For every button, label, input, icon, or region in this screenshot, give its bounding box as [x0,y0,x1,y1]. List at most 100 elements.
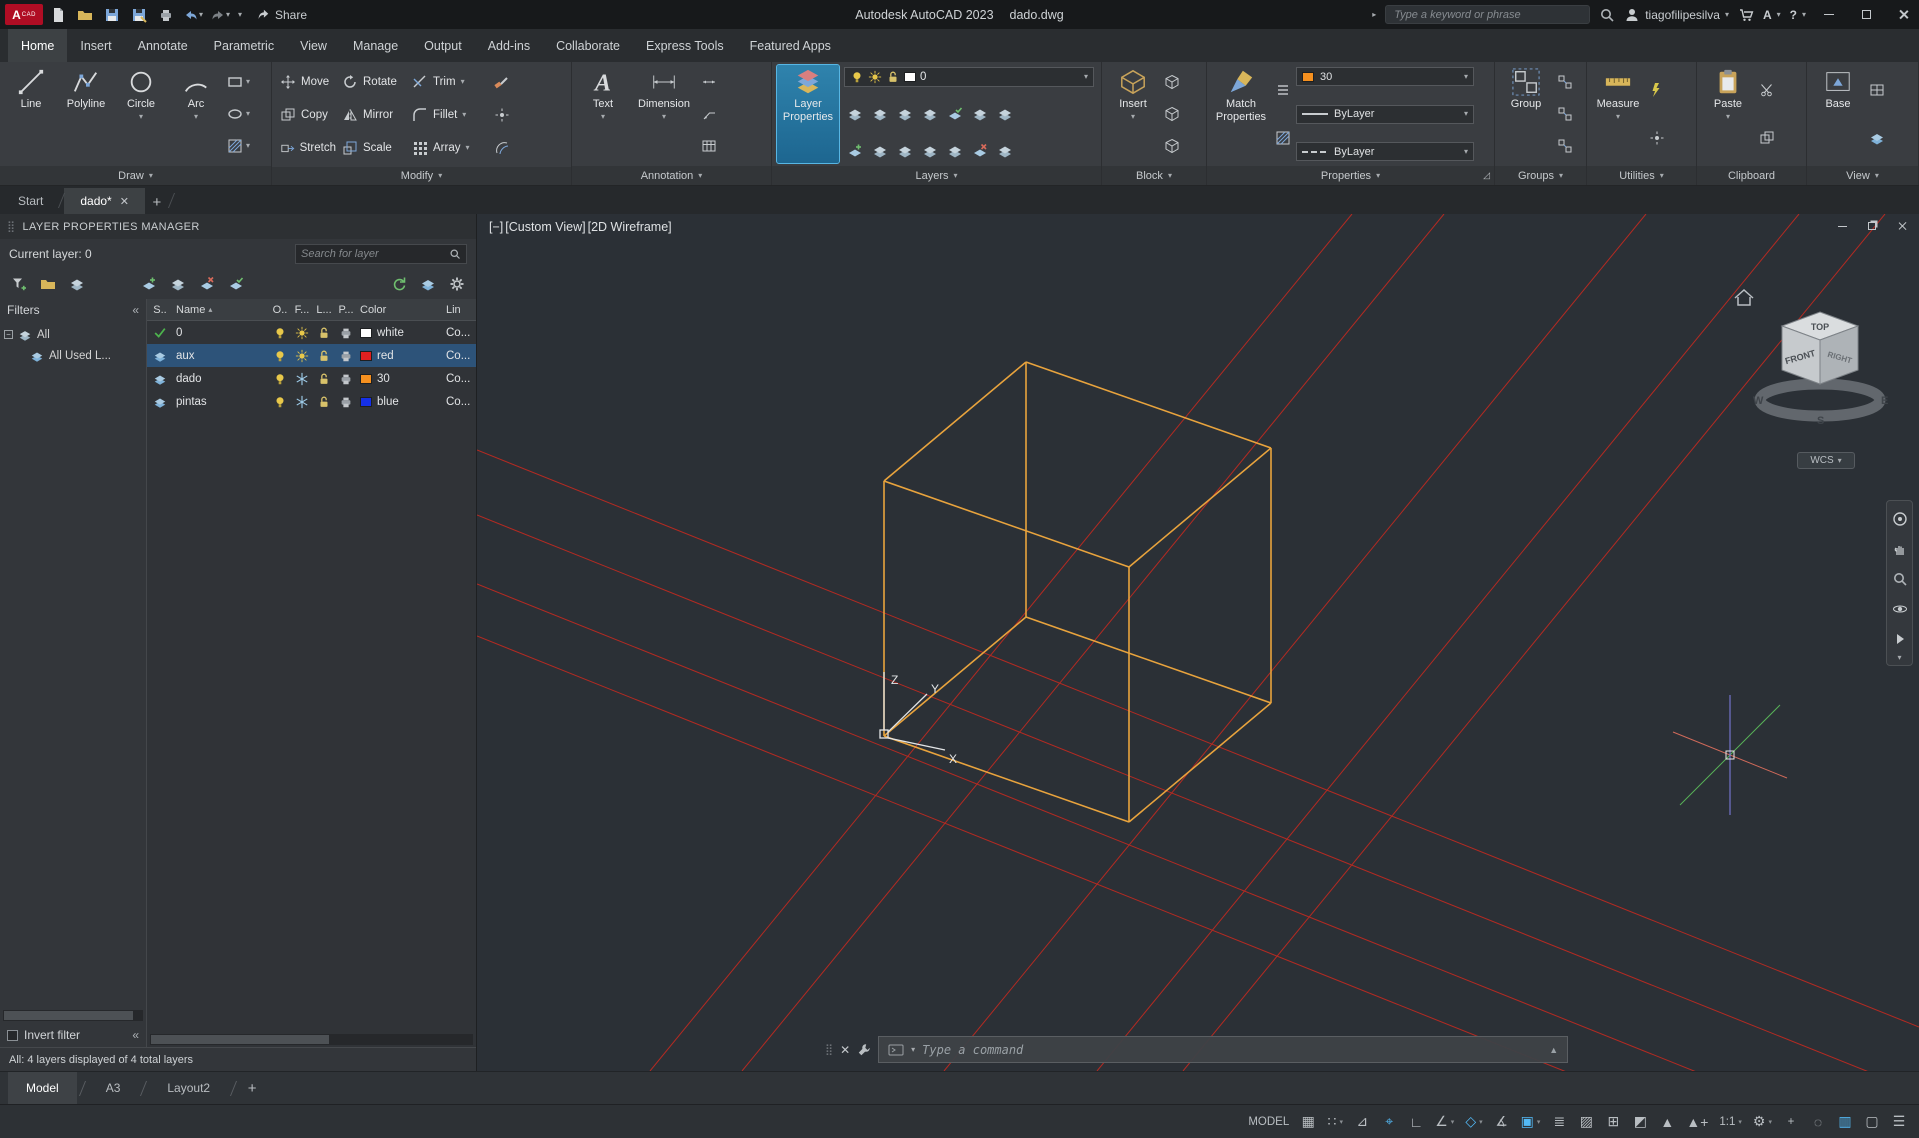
collapse-invert-icon[interactable]: « [132,1028,139,1042]
layer-color-swatch[interactable] [360,374,372,384]
layer-plot-icon[interactable] [339,372,353,386]
rectangle-button[interactable]: ▾ [227,74,250,90]
layer-search-icon[interactable] [449,248,461,260]
autocad-logo[interactable]: ACAD [5,4,43,25]
layer-dropdown[interactable]: 0 ▾ [844,67,1094,87]
layer-linetype[interactable]: Co... [443,327,476,339]
layer-unisolate-icon[interactable] [922,143,938,159]
column-name[interactable]: Name ▴ [173,304,269,316]
transparency-toggle[interactable]: ▨ [1574,1110,1598,1134]
model-space-toggle[interactable]: MODEL [1244,1110,1293,1134]
ribbon-tab[interactable]: Express Tools [633,29,737,62]
layer-name[interactable]: 0 [173,327,269,339]
layer-row[interactable]: aux red Co... [147,344,476,367]
block-attributes-button[interactable] [1164,138,1180,154]
layer-walk-icon[interactable] [997,143,1013,159]
refresh-button[interactable] [388,273,410,295]
filters-horizontal-scrollbar[interactable] [3,1010,143,1021]
annotation-autoscale-toggle[interactable]: ▲+ [1682,1110,1712,1134]
layer-isolate-icon[interactable] [872,106,888,122]
ortho-mode-toggle[interactable]: ∟ [1404,1110,1428,1134]
ribbon-tab[interactable]: Add-ins [475,29,543,62]
redo-button[interactable]: ▾ [208,4,232,26]
layer-properties-button[interactable]: Layer Properties [777,65,839,163]
object-snap-tracking-toggle[interactable]: ∡ [1490,1110,1514,1134]
visual-style-button[interactable]: [2D Wireframe] [588,220,672,234]
drawing-canvas[interactable]: Z Y X [477,214,1919,1071]
layer-freeze-icon[interactable] [295,349,309,363]
ribbon-tab[interactable]: Insert [67,29,124,62]
collapse-filters-icon[interactable]: « [132,303,139,317]
id-point-button[interactable] [1649,130,1665,146]
command-line-grip-icon[interactable]: ⣿ [825,1043,833,1056]
fillet-button[interactable]: Fillet▾ [409,105,491,125]
named-views-button[interactable] [1869,130,1885,146]
layer-on-icon[interactable] [273,395,287,409]
layer-name[interactable]: pintas [173,396,269,408]
layer-row[interactable]: dado 30 Co... [147,367,476,390]
layer-states-manager-button[interactable] [66,273,88,295]
ribbon-tab[interactable]: Featured Apps [737,29,844,62]
cut-button[interactable] [1759,82,1775,98]
ribbon-tab[interactable]: Home [8,29,67,62]
account-menu[interactable]: tiagofilipesilva ▾ [1624,7,1729,23]
palette-grip-icon[interactable]: ⣿ [7,220,15,233]
dynamic-input-toggle[interactable]: ⌖ [1377,1110,1401,1134]
layer-linetype[interactable]: Co... [443,373,476,385]
layer-thaw-all-icon[interactable] [872,143,888,159]
layer-row[interactable]: pintas blue Co... [147,390,476,413]
layer-color-swatch[interactable] [360,328,372,338]
quick-select-button[interactable] [1649,82,1665,98]
selection-cycling-toggle[interactable]: ⊞ [1601,1110,1625,1134]
arc-button[interactable]: Arc▾ [170,65,222,163]
match-properties-button[interactable]: Match Properties [1212,65,1270,163]
layer-plot-icon[interactable] [339,349,353,363]
column-freeze[interactable]: F... [291,304,313,316]
utilities-panel-label[interactable]: Utilities▾ [1587,166,1696,185]
layer-search-input[interactable]: Search for layer [295,244,467,264]
layout-tab-model[interactable]: Model [8,1072,77,1104]
command-input[interactable]: ▾ Type a command ▲ [878,1036,1568,1063]
layer-linetype[interactable]: Co... [443,350,476,362]
zoom-button[interactable] [1888,564,1911,594]
group-button[interactable]: Group [1500,65,1552,163]
ribbon-tab[interactable]: Output [411,29,475,62]
properties-panel-label[interactable]: Properties▾◿ [1207,166,1494,185]
new-drawing-tab-button[interactable]: + [145,190,169,214]
clipboard-panel-label[interactable]: Clipboard [1697,166,1806,185]
new-property-filter-button[interactable] [8,273,30,295]
isometric-drafting-toggle[interactable]: ◇ ▾ [1461,1110,1486,1134]
doc-minimize-button[interactable] [1835,219,1849,233]
file-tab-start[interactable]: Start [2,188,59,214]
snap-mode-toggle[interactable]: ∷ ▾ [1323,1110,1347,1134]
tree-expander-icon[interactable]: − [4,330,13,339]
polar-tracking-toggle[interactable]: ∠ ▾ [1431,1110,1458,1134]
layer-off-icon[interactable] [847,106,863,122]
layers-panel-label[interactable]: Layers▾ [772,166,1101,185]
palette-header[interactable]: ⣿ LAYER PROPERTIES MANAGER [0,214,476,239]
layout-tab-layout2[interactable]: Layout2 [149,1072,228,1104]
layer-plot-icon[interactable] [339,395,353,409]
column-on[interactable]: O.. [269,304,291,316]
layer-color-swatch[interactable] [360,351,372,361]
column-plot[interactable]: P... [335,304,357,316]
open-file-button[interactable] [73,4,97,26]
grid-display-toggle[interactable]: ▦ [1296,1110,1320,1134]
invert-filter-checkbox[interactable] [7,1030,18,1041]
column-lock[interactable]: L... [313,304,335,316]
move-button[interactable]: Move [277,72,339,92]
dimension-style-button[interactable] [701,74,717,90]
window-maximize-button[interactable] [1852,2,1880,28]
layer-name[interactable]: aux [173,350,269,362]
layer-previous-icon[interactable] [997,106,1013,122]
erase-button[interactable] [491,72,517,92]
filter-tree-item-all-used[interactable]: All Used L... [0,345,146,366]
hatch-button[interactable]: ▾ [227,138,250,154]
insert-button[interactable]: Insert▾ [1107,65,1159,163]
plot-button[interactable] [154,4,178,26]
layer-on-icon[interactable] [273,349,287,363]
properties-dialog-launcher-icon[interactable]: ◿ [1483,170,1490,181]
layer-turn-on-icon[interactable] [847,143,863,159]
layer-lock-icon[interactable] [317,395,331,409]
circle-button[interactable]: Circle▾ [115,65,167,163]
